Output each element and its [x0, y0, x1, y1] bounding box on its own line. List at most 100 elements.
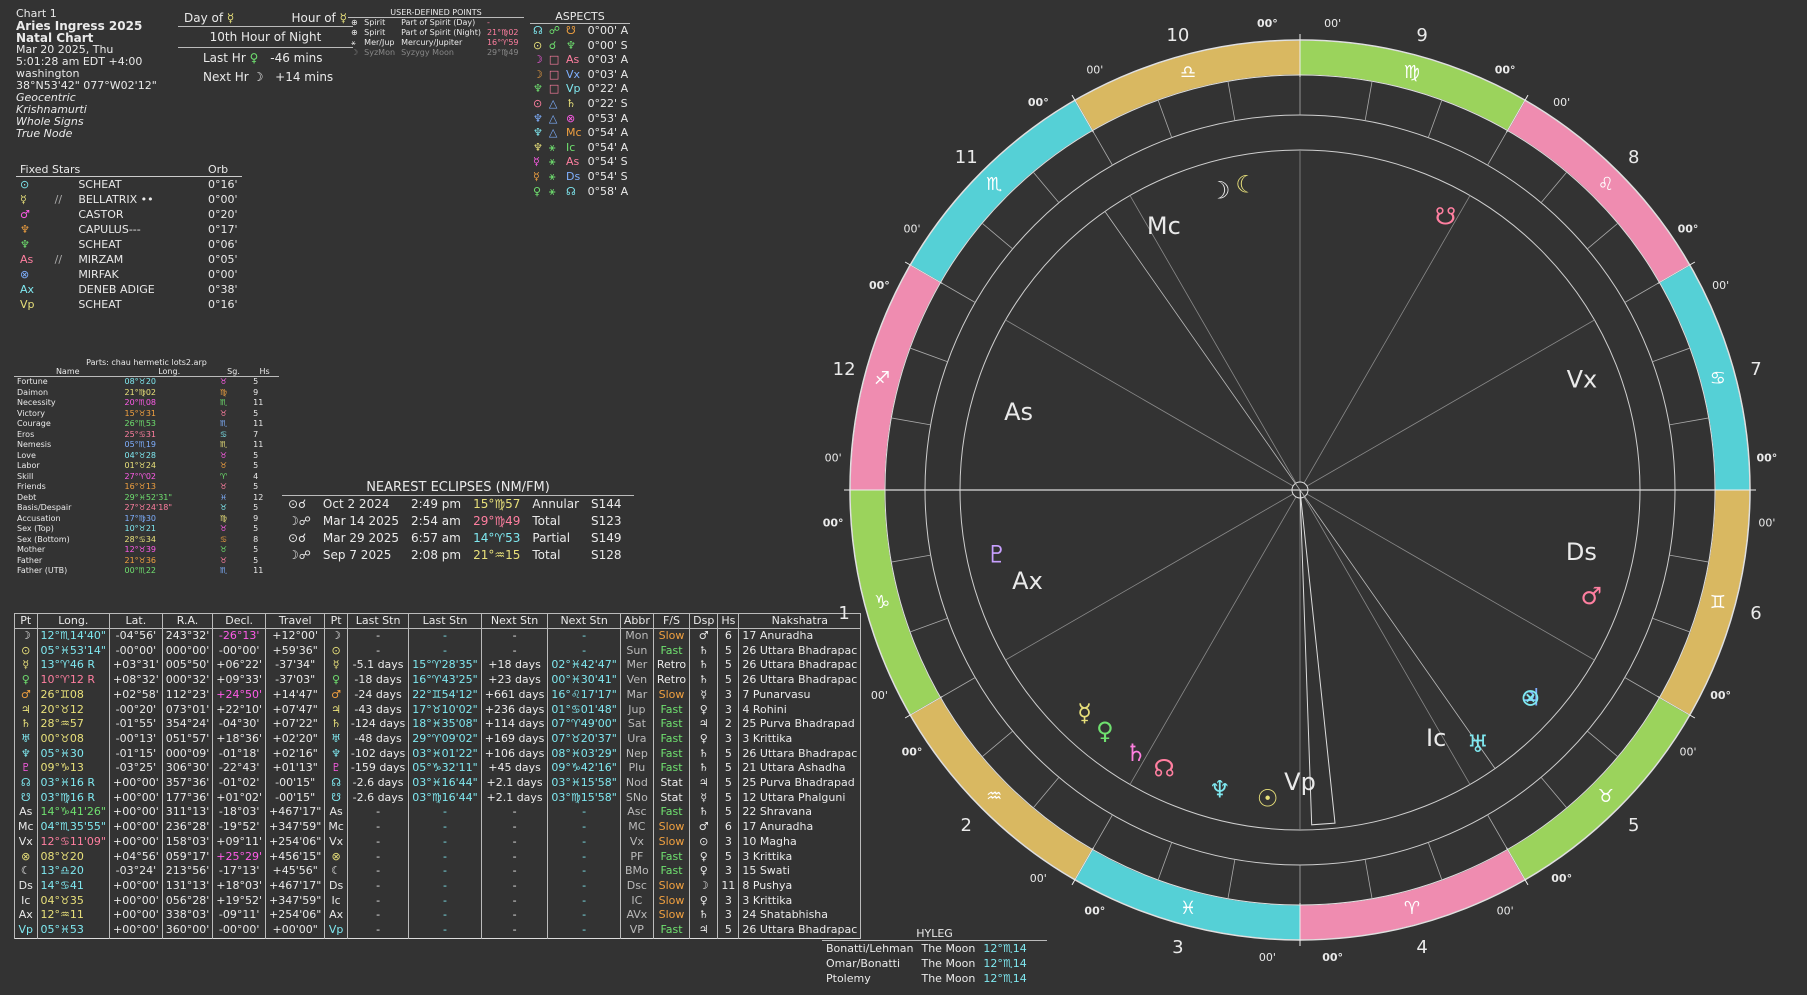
planet-cell: -: [547, 878, 621, 894]
chart-wheel[interactable]: ♑ 1 00° 00' ♒ 2 00° 00' ♓ 3 00° 00' ♈ 4 00° 00' ♉ 5 00° 00'…: [820, 10, 1780, 970]
planet-cell: +12°00': [265, 628, 326, 644]
eclipse-cell: S149: [591, 531, 622, 545]
planet-cell: -26°13': [212, 628, 267, 644]
aspect-row: ♆ □ Vp 0°22' A: [530, 82, 631, 97]
planet-cell: ♄: [324, 717, 348, 732]
planet-cell: 5: [717, 746, 740, 762]
planet-cell: 14°♑41'26": [36, 805, 110, 821]
planet-row: ♇ 09°♑13 -03°25' 306°30' -22°43' +01'13" ♇ -159…: [14, 761, 862, 777]
planet-cell: ☽: [14, 628, 38, 644]
planet-cell: ☾: [14, 864, 38, 879]
cusp-minute-label: 00': [1712, 279, 1729, 292]
planet-cell: -124 days: [346, 717, 410, 732]
part-longitude: 21°♉36: [124, 555, 157, 565]
planet-cell: 20°♉12: [36, 702, 110, 718]
planet-cell: Vx: [14, 834, 38, 850]
part-longitude: 29°♓52'31": [124, 492, 173, 502]
last-hour-value: -46 mins: [270, 51, 323, 65]
planet-cell: SNo: [619, 790, 654, 806]
next-hour-icon: ☽: [252, 70, 264, 84]
planet-cell: -159 days: [346, 761, 410, 777]
eclipse-cell: ☽☍: [288, 514, 311, 528]
planet-cell: +169 days: [480, 731, 549, 747]
cusp-minute-label: 00': [1086, 63, 1103, 76]
parts-header-cell: Long.: [121, 367, 217, 377]
part-name: Friends: [17, 482, 46, 491]
planet-row: Vp 05°♓53 +00°00' 360°00' -00°00' +00'00" Vp - -…: [14, 923, 862, 939]
aspect-planet-icon: ☽: [533, 53, 543, 67]
planet-cell: Ic: [324, 893, 348, 909]
planet-cell: -: [408, 805, 482, 821]
chart-header: Chart 1 Aries Ingress 2025 Natal Chart M…: [16, 8, 157, 140]
planet-cell: 158°03': [161, 834, 214, 850]
day-of-label: Day of: [184, 11, 224, 25]
part-house: 5: [253, 450, 259, 460]
planet-cell: +18°36': [212, 731, 267, 747]
planet-cell: ♃: [324, 702, 348, 718]
part-house: 7: [253, 429, 259, 439]
planet-cell: Ax: [14, 908, 38, 924]
planet-cell: -: [547, 893, 621, 909]
planet-cell: Dsc: [619, 878, 654, 894]
planet-cell: -: [346, 820, 410, 835]
planet-cell: ☿: [689, 790, 719, 806]
planet-cell: 08°♉20: [36, 849, 110, 865]
aspect-planet-icon: ☽: [533, 67, 543, 81]
planet-cell: ⊙: [689, 834, 719, 850]
fixed-star-row: As // MIRZAM 0°05': [16, 252, 242, 267]
fixed-star-name: MIRFAK: [78, 268, 119, 281]
part-name: Debt: [17, 492, 37, 502]
part-row: Fortune 08°♉20 ♉ 5: [14, 377, 279, 388]
eclipse-cell: Total: [532, 548, 561, 562]
part-row: Skill 27°♈02 ♈ 4: [14, 472, 279, 483]
planet-cell: As: [324, 805, 348, 821]
part-house: 5: [253, 524, 259, 533]
part-name: Labor: [17, 461, 40, 470]
angle-point-ic: Ic: [1426, 724, 1446, 752]
eclipses-panel: NEAREST ECLIPSES (NM/FM) ⊙☌ Oct 2 2024 2:4…: [282, 480, 634, 564]
part-sign: ♏: [219, 440, 228, 449]
part-house: 5: [253, 482, 259, 491]
planet-cell: 5: [717, 643, 740, 659]
fixed-stars-panel: Fixed Stars Orb ⊙ SCHEAT 0°16' ☿ // BELLATRIX …: [16, 163, 242, 312]
decan-tick: [909, 617, 948, 633]
planet-cell: 22°♊54'12": [408, 687, 482, 703]
planet-glyph-icon: ☿: [1077, 699, 1092, 727]
planet-cell: -: [346, 893, 410, 909]
planet-row: ⊙ 05°♓53'14" -00°00' 000°00' -00°00' +59'36" ⊙…: [14, 643, 862, 659]
fixed-star-orb: 0°17': [208, 223, 238, 236]
aspect-target-icon: Vp: [566, 82, 581, 96]
planet-cell: ♄: [689, 908, 719, 924]
fixed-star-orb: 0°06': [208, 238, 238, 251]
day-ruler-icon: ☿: [226, 11, 235, 25]
decan-tick: [909, 347, 948, 363]
planets-header-cell: Long.: [36, 613, 110, 629]
fixed-star-name: SCHEAT: [78, 178, 122, 191]
planet-cell: +59'36": [265, 643, 326, 659]
eclipse-row: ⊙☌ Mar 29 2025 6:57 am 14°♈53 Partial S149: [282, 530, 628, 547]
planet-cell: Slow: [652, 687, 691, 703]
decan-tick: [1157, 99, 1173, 138]
planet-cell: Fast: [652, 864, 691, 879]
planets-header-cell: Lat.: [108, 613, 163, 629]
planet-cell: Stat: [652, 790, 691, 806]
part-name: Victory: [17, 408, 45, 418]
aspect-type-icon: □: [548, 53, 560, 67]
aspect-target-icon: Mc: [566, 126, 582, 140]
aspect-type-icon: △: [548, 96, 558, 110]
planet-cell: Vx: [619, 834, 654, 850]
house-number: 11: [955, 147, 978, 168]
aspect-target-icon: ♆: [566, 38, 576, 52]
fixed-star-aspect: [51, 267, 75, 282]
part-house: 5: [253, 555, 259, 565]
eclipse-cell: Mar 14 2025: [322, 514, 399, 528]
udp-title: USER-DEFINED POINTS: [348, 8, 524, 18]
part-sign: ♋: [219, 534, 228, 544]
planet-row: ☾ 13°♎20 -03°24' 213°56' -17°13' +45'56" ☾ - - - -…: [14, 864, 862, 879]
sign-glyph: ♎: [1180, 62, 1196, 83]
part-longitude: 21°♍02: [124, 387, 157, 397]
decan-tick: [1587, 730, 1619, 758]
planet-cell: 000°32': [161, 673, 214, 688]
planet-cell: Ven: [619, 673, 654, 688]
planet-cell: 311°13': [161, 805, 214, 821]
